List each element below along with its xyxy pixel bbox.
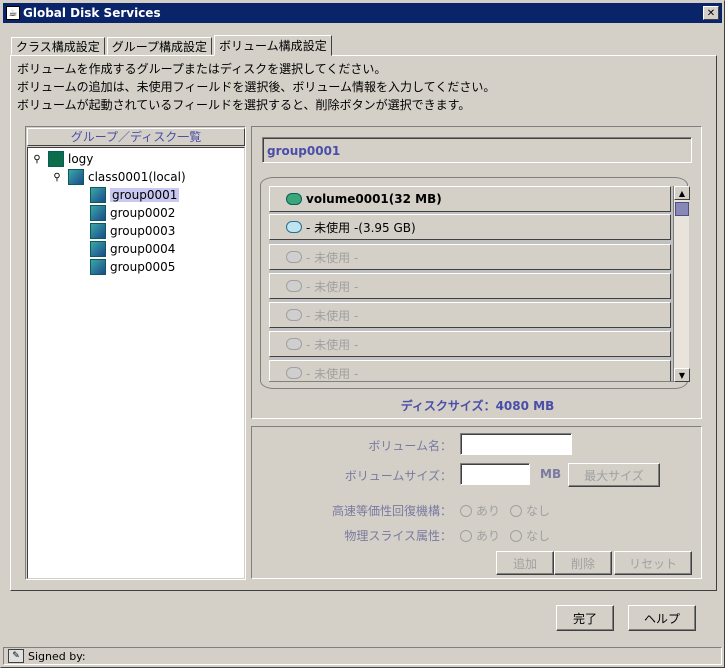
tab-class-config[interactable]: クラス構成設定 — [11, 37, 105, 55]
volume-row[interactable]: volume0001(32 MB) — [269, 186, 671, 212]
app-icon: ☕ — [6, 6, 20, 20]
volume-icon — [286, 193, 302, 205]
class-icon — [68, 169, 84, 185]
volume-label: - 未使用 - — [306, 279, 359, 294]
close-button[interactable]: ✕ — [703, 6, 719, 20]
expand-toggle-icon[interactable]: ⚲ — [32, 154, 42, 165]
tree-node-label: class0001(local) — [88, 170, 186, 184]
jrm-label: 高速等価性回復機構： — [331, 504, 452, 518]
selected-group-label: group0001 — [262, 137, 692, 163]
group-disk-tree-panel: グループ／ディスク一覧 ⚲ logy ⚲ class0001(local) gr… — [25, 126, 246, 580]
volume-row[interactable]: - 未使用 - — [269, 302, 671, 328]
tab-group-config[interactable]: グループ構成設定 — [106, 37, 213, 55]
unused-volume-icon — [286, 251, 302, 263]
tree-node-group[interactable]: group0001 — [90, 186, 180, 204]
volume-row[interactable]: - 未使用 - — [269, 360, 671, 381]
group-icon — [90, 259, 106, 275]
tree-node-label: group0002 — [110, 206, 176, 220]
tree-node-label: logy — [68, 152, 94, 166]
volume-row[interactable]: - 未使用 -(3.95 GB) — [269, 214, 671, 240]
group-icon — [90, 187, 106, 203]
unused-volume-icon — [286, 221, 302, 233]
tree-node-class[interactable]: ⚲ class0001(local) — [52, 168, 186, 186]
radio-circle-icon — [460, 504, 472, 517]
tab-volume-config[interactable]: ボリューム構成設定 — [214, 35, 332, 56]
volume-label: - 未使用 -(3.95 GB) — [306, 220, 416, 235]
tree-node-group[interactable]: group0002 — [90, 204, 175, 222]
instruction-line: ボリュームを作成するグループまたはディスクを選択してください。 — [17, 62, 387, 76]
add-button[interactable]: 追加 — [496, 551, 554, 575]
unused-volume-icon — [286, 367, 302, 379]
status-text: Signed by: — [28, 649, 86, 663]
scroll-up-icon[interactable]: ▲ — [674, 186, 690, 200]
radio-label: あり — [476, 529, 501, 543]
scroll-thumb[interactable] — [675, 202, 689, 216]
volume-size-label: ボリュームサイズ： — [344, 469, 452, 483]
volume-row[interactable]: - 未使用 - — [269, 273, 671, 299]
main-window: ☕ Global Disk Services ✕ クラス構成設定 グループ構成設… — [0, 0, 725, 668]
host-icon — [48, 151, 64, 167]
title-bar[interactable]: ☕ Global Disk Services ✕ — [3, 3, 722, 23]
group-icon — [90, 205, 106, 221]
unused-volume-icon — [286, 309, 302, 321]
radio-label: なし — [526, 504, 551, 518]
max-size-button[interactable]: 最大サイズ — [568, 463, 660, 487]
tree-node-root[interactable]: ⚲ logy — [32, 150, 93, 168]
tree-node-label: group0003 — [110, 224, 176, 238]
disk-size-label: ディスクサイズ：4080 MB — [400, 399, 555, 413]
disk-graphic: volume0001(32 MB) - 未使用 -(3.95 GB) - 未使用… — [260, 177, 690, 389]
tree-header: グループ／ディスク一覧 — [27, 128, 245, 146]
scroll-down-icon[interactable]: ▼ — [674, 368, 690, 382]
help-button[interactable]: ヘルプ — [628, 605, 696, 631]
status-bar: ✎ Signed by: — [3, 647, 722, 665]
radio-label: あり — [476, 504, 501, 518]
volume-list: volume0001(32 MB) - 未使用 -(3.95 GB) - 未使用… — [269, 186, 673, 382]
volume-name-label: ボリューム名： — [368, 439, 452, 453]
instructions: ボリュームを作成するグループまたはディスクを選択してください。 ボリュームの追加… — [17, 60, 495, 114]
size-unit-label: MB — [540, 467, 562, 481]
volume-label: - 未使用 - — [306, 308, 359, 323]
physical-slice-off-radio[interactable]: なし — [510, 527, 550, 544]
signature-icon: ✎ — [8, 649, 24, 663]
tree-node-label: group0005 — [110, 260, 176, 274]
tree-node-label: group0001 — [110, 188, 180, 202]
volume-scrollbar[interactable]: ▲ ▼ — [673, 186, 690, 382]
delete-button[interactable]: 削除 — [554, 551, 612, 575]
tree-node-group[interactable]: group0003 — [90, 222, 175, 240]
window-title: Global Disk Services — [23, 6, 161, 20]
tree-node-group[interactable]: group0005 — [90, 258, 175, 276]
ok-button[interactable]: 完了 — [556, 605, 614, 631]
tree-node-group[interactable]: group0004 — [90, 240, 175, 258]
radio-label: なし — [526, 529, 551, 543]
volume-label: - 未使用 - — [306, 337, 359, 352]
unused-volume-icon — [286, 338, 302, 350]
volume-row[interactable]: - 未使用 - — [269, 244, 671, 270]
physical-slice-label: 物理スライス属性： — [344, 529, 452, 543]
volume-row[interactable]: - 未使用 - — [269, 331, 671, 357]
disk-panel: group0001 volume0001(32 MB) - 未使用 -(3.95… — [251, 126, 702, 419]
radio-circle-icon — [510, 529, 522, 542]
reset-button[interactable]: リセット — [614, 551, 692, 575]
radio-circle-icon — [510, 504, 522, 517]
instruction-line: ボリュームの追加は、未使用フィールドを選択後、ボリューム情報を入力してください。 — [17, 80, 496, 94]
tree-node-label: group0004 — [110, 242, 176, 256]
tab-panel: ボリュームを作成するグループまたはディスクを選択してください。 ボリュームの追加… — [10, 55, 717, 591]
radio-circle-icon — [460, 529, 472, 542]
instruction-line: ボリュームが起動されているフィールドを選択すると、削除ボタンが選択できます。 — [17, 98, 471, 112]
unused-volume-icon — [286, 280, 302, 292]
group-icon — [90, 223, 106, 239]
volume-form-panel: ボリューム名： ボリュームサイズ： MB 最大サイズ 高速等価性回復機構： あり… — [251, 426, 702, 579]
tab-strip: クラス構成設定 グループ構成設定 ボリューム構成設定 — [11, 35, 334, 56]
physical-slice-on-radio[interactable]: あり — [460, 527, 500, 544]
volume-size-input[interactable] — [460, 463, 530, 485]
volume-name-input[interactable] — [460, 433, 572, 455]
volume-label: - 未使用 - — [306, 366, 359, 381]
jrm-on-radio[interactable]: あり — [460, 502, 500, 519]
expand-toggle-icon[interactable]: ⚲ — [52, 172, 62, 183]
volume-label: volume0001(32 MB) — [306, 192, 442, 206]
jrm-off-radio[interactable]: なし — [510, 502, 550, 519]
tree-view[interactable]: ⚲ logy ⚲ class0001(local) group0001 grou… — [27, 147, 245, 579]
group-icon — [90, 241, 106, 257]
volume-label: - 未使用 - — [306, 250, 359, 265]
